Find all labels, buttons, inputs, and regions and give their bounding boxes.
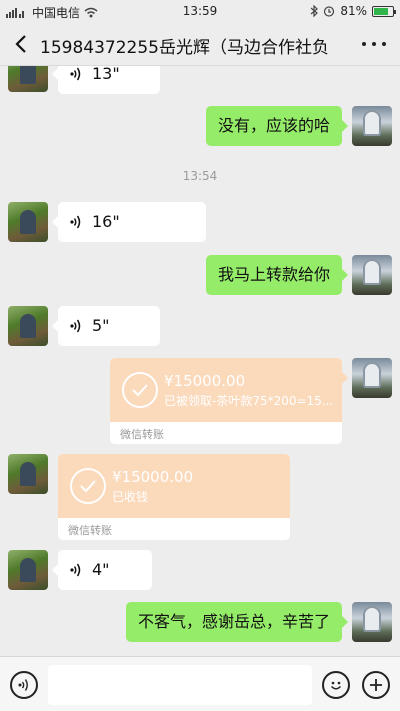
voice-message[interactable]: 13" (52, 66, 160, 94)
chevron-left-icon (15, 35, 26, 53)
check-circle-icon (70, 468, 106, 504)
battery-icon (372, 5, 396, 17)
transfer-card-received[interactable]: ¥15000.00 已收钱 微信转账 (58, 454, 290, 540)
voice-duration: 5" (92, 316, 110, 335)
contact-avatar[interactable] (8, 454, 48, 494)
voice-input-button[interactable] (10, 671, 38, 699)
text-message-sent[interactable]: 我马上转款给你 (205, 255, 349, 295)
battery-percent: 81% (340, 4, 367, 18)
message-timestamp: 13:54 (182, 169, 218, 183)
chat-title: 15984372255岳光辉（马边合作社负 (40, 38, 329, 58)
voice-icon (70, 67, 81, 81)
voice-icon (70, 215, 81, 229)
chat-header: 15984372255岳光辉（马边合作社负 (0, 22, 400, 66)
voice-message[interactable]: 4" (52, 550, 152, 590)
message-input[interactable] (48, 665, 312, 705)
voice-message[interactable]: 5" (52, 306, 160, 346)
transfer-card-sent[interactable]: ¥15000.00 已被领取-茶叶款75*200=15... 微信转账 (110, 358, 348, 444)
transfer-amount: ¥15000.00 (112, 468, 194, 486)
contact-avatar[interactable] (8, 550, 48, 590)
contact-avatar[interactable] (8, 306, 48, 346)
voice-message[interactable]: 16" (52, 202, 206, 242)
my-avatar[interactable] (352, 255, 392, 295)
contact-avatar[interactable] (8, 66, 48, 92)
contact-avatar[interactable] (8, 202, 48, 242)
more-dots-icon (362, 42, 366, 46)
message-text: 没有，应该的哈 (217, 116, 330, 135)
voice-duration: 13" (92, 66, 120, 83)
voice-duration: 16" (92, 212, 120, 231)
check-circle-icon (122, 372, 158, 408)
text-message-sent[interactable]: 没有，应该的哈 (205, 106, 349, 146)
status-right: 81% (310, 4, 396, 18)
status-bar: 中国电信 13:59 81% (0, 0, 400, 22)
plus-icon (370, 679, 382, 691)
transfer-footer: 微信转账 (58, 518, 290, 540)
text-message-sent[interactable]: 不客气，感谢岳总，辛苦了 (125, 602, 349, 642)
emoji-button[interactable] (322, 671, 350, 699)
transfer-desc: 已收钱 (112, 490, 149, 504)
alarm-icon (324, 6, 335, 17)
voice-icon (18, 679, 28, 691)
bluetooth-icon (310, 5, 319, 17)
my-avatar[interactable] (352, 358, 392, 398)
my-avatar[interactable] (352, 106, 392, 146)
emoji-icon (330, 681, 342, 690)
message-list: 13" 没有，应该的哈 13:54 16" 我马上转款给你 5" ¥15000.… (0, 66, 400, 656)
transfer-amount: ¥15000.00 (164, 372, 246, 390)
my-avatar[interactable] (352, 602, 392, 642)
more-button[interactable] (362, 34, 386, 54)
voice-icon (70, 319, 81, 333)
voice-duration: 4" (92, 560, 110, 579)
message-text: 我马上转款给你 (217, 265, 330, 284)
transfer-footer: 微信转账 (110, 422, 342, 444)
message-text: 不客气，感谢岳总，辛苦了 (137, 612, 330, 631)
add-button[interactable] (362, 671, 390, 699)
back-button[interactable] (8, 30, 34, 58)
transfer-desc: 已被领取-茶叶款75*200=15... (164, 394, 334, 408)
input-bar (0, 656, 400, 711)
voice-icon (70, 563, 81, 577)
